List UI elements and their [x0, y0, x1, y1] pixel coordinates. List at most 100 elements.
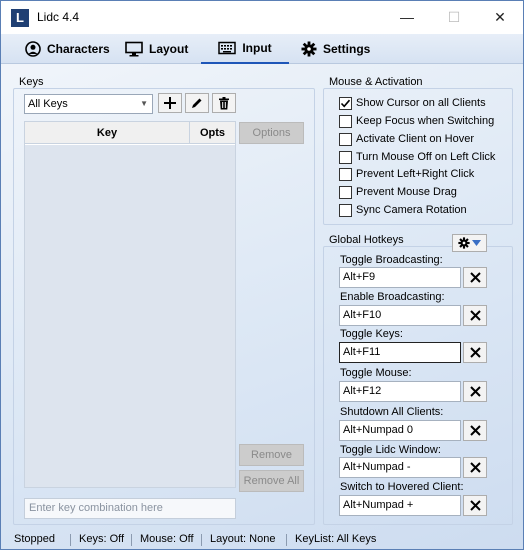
key-filter-select[interactable]: All Keys ▼ [24, 94, 153, 114]
remove-all-button[interactable]: Remove All [239, 470, 304, 492]
keys-table-body[interactable] [25, 145, 235, 487]
close-icon [469, 272, 481, 283]
tab-input-label: Input [242, 41, 272, 55]
status-divider [201, 534, 202, 546]
delete-trash-icon [219, 96, 229, 109]
clear-hotkey-shutdown-all-button[interactable] [463, 420, 487, 441]
status-state: Stopped [14, 533, 55, 545]
user-circle-icon [25, 41, 41, 57]
close-button[interactable]: ✕ [477, 1, 523, 34]
close-icon [469, 310, 481, 321]
status-mouse: Mouse: Off [140, 533, 194, 545]
checkbox-prevent-left-right[interactable]: Prevent Left+Right Click [339, 166, 474, 182]
add-icon [164, 97, 176, 109]
status-divider [286, 534, 287, 546]
checkbox-box[interactable] [339, 185, 352, 199]
close-icon [469, 462, 481, 473]
mouse-group-label: Mouse & Activation [329, 76, 423, 88]
hotkey-label-toggle-window: Toggle Lidc Window: [340, 444, 441, 456]
clear-hotkey-switch-hovered-button[interactable] [463, 495, 487, 516]
tab-characters[interactable]: Characters [25, 34, 110, 64]
checkbox-box[interactable] [339, 132, 352, 146]
hotkey-label-toggle-mouse: Toggle Mouse: [340, 367, 412, 379]
checkbox-box[interactable] [339, 96, 352, 110]
clear-hotkey-toggle-window-button[interactable] [463, 457, 487, 478]
add-key-button[interactable] [158, 93, 182, 113]
checkbox-box[interactable] [339, 114, 352, 128]
options-button[interactable]: Options [239, 122, 304, 144]
status-divider [70, 534, 71, 546]
window-title: Lidc 4.4 [37, 10, 80, 24]
app-window: L Lidc 4.4 — ☐ ✕ Characters Layout Input… [0, 0, 524, 550]
clear-hotkey-toggle-keys-button[interactable] [463, 342, 487, 363]
hotkey-input-shutdown-all[interactable]: Alt+Numpad 0 [339, 420, 461, 441]
checkbox-box[interactable] [339, 203, 352, 217]
hotkey-input-enable-broadcasting[interactable]: Alt+F10 [339, 305, 461, 326]
status-layout: Layout: None [210, 533, 276, 545]
tab-settings[interactable]: Settings [301, 34, 370, 64]
key-combination-input[interactable]: Enter key combination here [24, 498, 236, 519]
checkbox-box[interactable] [339, 167, 352, 181]
hotkey-input-toggle-keys[interactable]: Alt+F11 [339, 342, 461, 363]
hotkey-label-enable-broadcasting: Enable Broadcasting: [340, 291, 445, 303]
clear-hotkey-enable-broadcasting-button[interactable] [463, 305, 487, 326]
hotkey-label-shutdown-all: Shutdown All Clients: [340, 406, 444, 418]
chevron-down-icon: ▼ [140, 99, 148, 108]
checkmark-icon [340, 99, 351, 107]
clear-hotkey-toggle-broadcasting-button[interactable] [463, 267, 487, 288]
hotkeys-settings-dropdown[interactable] [452, 234, 487, 252]
checkbox-label: Show Cursor on all Clients [356, 97, 486, 109]
hotkey-input-toggle-broadcasting[interactable]: Alt+F9 [339, 267, 461, 288]
checkbox-label: Sync Camera Rotation [356, 204, 467, 216]
checkbox-sync-camera[interactable]: Sync Camera Rotation [339, 202, 467, 218]
close-icon [469, 386, 481, 397]
checkbox-label: Activate Client on Hover [356, 133, 474, 145]
key-filter-value: All Keys [28, 98, 68, 110]
minimize-button[interactable]: — [384, 1, 430, 34]
gear-icon [301, 41, 317, 57]
monitor-icon [125, 41, 143, 57]
tab-input[interactable]: Input [201, 34, 289, 64]
checkbox-label: Turn Mouse Off on Left Click [356, 151, 496, 163]
chevron-down-icon [472, 240, 481, 246]
checkbox-label: Prevent Mouse Drag [356, 186, 457, 198]
keys-table[interactable]: Key Opts [24, 121, 236, 488]
hotkey-label-switch-hovered: Switch to Hovered Client: [340, 481, 464, 493]
keyboard-icon [218, 41, 237, 55]
tab-layout[interactable]: Layout [125, 34, 188, 64]
edit-pencil-icon [192, 98, 202, 108]
app-logo-icon: L [11, 9, 29, 27]
status-keylist: KeyList: All Keys [295, 533, 377, 545]
keys-group-label: Keys [19, 76, 44, 88]
delete-key-button[interactable] [212, 93, 236, 113]
hotkey-label-toggle-keys: Toggle Keys: [340, 328, 403, 340]
checkbox-show-cursor[interactable]: Show Cursor on all Clients [339, 95, 486, 111]
title-bar[interactable]: L Lidc 4.4 — ☐ ✕ [1, 1, 523, 34]
hotkey-input-toggle-window[interactable]: Alt+Numpad - [339, 457, 461, 478]
hotkey-input-switch-hovered[interactable]: Alt+Numpad + [339, 495, 461, 516]
tab-layout-label: Layout [149, 42, 189, 56]
tab-characters-label: Characters [47, 42, 110, 56]
checkbox-box[interactable] [339, 150, 352, 164]
column-opts[interactable]: Opts [190, 122, 235, 144]
hotkey-input-toggle-mouse[interactable]: Alt+F12 [339, 381, 461, 402]
tab-settings-label: Settings [323, 42, 371, 56]
clear-hotkey-toggle-mouse-button[interactable] [463, 381, 487, 402]
checkbox-label: Keep Focus when Switching [356, 115, 495, 127]
gear-icon [458, 237, 470, 249]
maximize-button[interactable]: ☐ [431, 1, 477, 34]
column-key[interactable]: Key [25, 122, 190, 144]
remove-button[interactable]: Remove [239, 444, 304, 466]
status-divider [131, 534, 132, 546]
hotkeys-group-label: Global Hotkeys [329, 234, 404, 246]
tab-strip: Characters Layout Input Settings [1, 34, 523, 64]
checkbox-label: Prevent Left+Right Click [356, 168, 475, 180]
checkbox-prevent-drag[interactable]: Prevent Mouse Drag [339, 184, 457, 200]
status-bar: Stopped Keys: Off Mouse: Off Layout: Non… [1, 529, 523, 549]
close-icon [469, 500, 481, 511]
checkbox-keep-focus[interactable]: Keep Focus when Switching [339, 113, 494, 129]
checkbox-mouse-off-left-click[interactable]: Turn Mouse Off on Left Click [339, 149, 495, 165]
edit-key-button[interactable] [185, 93, 209, 113]
checkbox-activate-on-hover[interactable]: Activate Client on Hover [339, 131, 474, 147]
close-icon [469, 347, 481, 358]
